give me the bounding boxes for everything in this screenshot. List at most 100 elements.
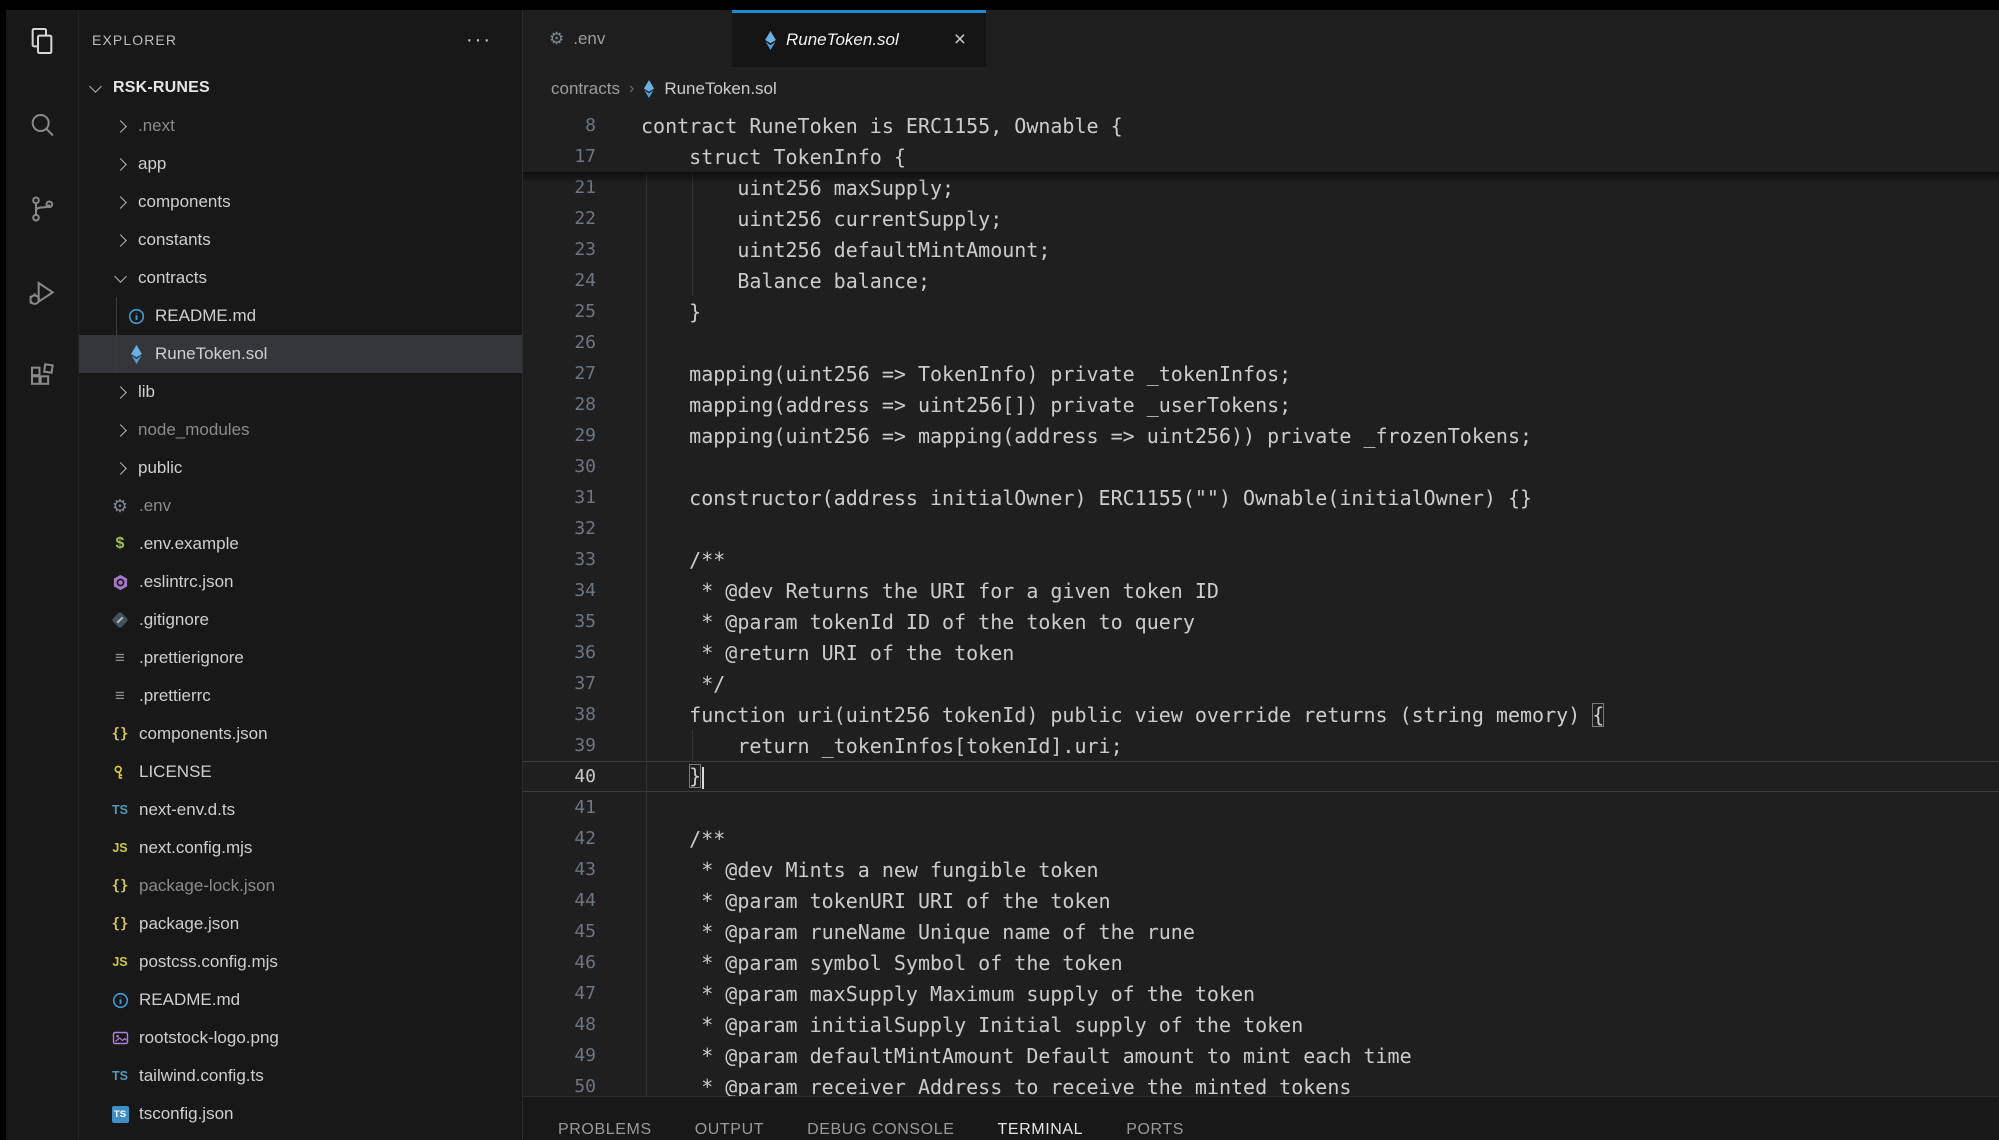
code-editor[interactable]: 21 uint256 maxSupply;22 uint256 currentS… bbox=[523, 110, 1999, 1096]
line-text: * @param symbol Symbol of the token bbox=[596, 951, 1123, 975]
tree-item-constants[interactable]: constants bbox=[79, 221, 522, 259]
tree-item-eslintrc-json[interactable]: .eslintrc.json bbox=[79, 563, 522, 601]
line-text: constructor(address initialOwner) ERC115… bbox=[596, 486, 1532, 510]
tree-item-package-json[interactable]: {}package.json bbox=[79, 905, 522, 943]
tree-item-next-config-mjs[interactable]: JSnext.config.mjs bbox=[79, 829, 522, 867]
breadcrumb-file[interactable]: RuneToken.sol bbox=[664, 79, 776, 99]
code-line-49[interactable]: 49 * @param defaultMintAmount Default am… bbox=[523, 1040, 1999, 1071]
code-line-24[interactable]: 24 Balance balance; bbox=[523, 265, 1999, 296]
chevron-right-icon bbox=[114, 462, 127, 475]
activity-run-debug-button[interactable] bbox=[23, 276, 61, 314]
panel-tab-debug-console[interactable]: DEBUG CONSOLE bbox=[807, 1121, 954, 1140]
code-line-28[interactable]: 28 mapping(address => uint256[]) private… bbox=[523, 389, 1999, 420]
code-line-35[interactable]: 35 * @param tokenId ID of the token to q… bbox=[523, 606, 1999, 637]
tab-label: RuneToken.sol bbox=[786, 30, 899, 50]
tree-item-node-modules[interactable]: node_modules bbox=[79, 411, 522, 449]
code-line-37[interactable]: 37 */ bbox=[523, 668, 1999, 699]
tree-item-contracts[interactable]: contracts bbox=[79, 259, 522, 297]
line-number: 17 bbox=[523, 146, 596, 167]
code-line-43[interactable]: 43 * @dev Mints a new fungible token bbox=[523, 854, 1999, 885]
sticky-line-8[interactable]: 8contract RuneToken is ERC1155, Ownable … bbox=[523, 110, 1999, 141]
panel-tab-problems[interactable]: PROBLEMS bbox=[558, 1121, 652, 1140]
tab-env[interactable]: ⚙.env bbox=[523, 10, 732, 67]
panel-tab-ports[interactable]: PORTS bbox=[1126, 1121, 1184, 1140]
panel-tab-terminal[interactable]: TERMINAL bbox=[997, 1121, 1083, 1140]
tree-item-lib[interactable]: lib bbox=[79, 373, 522, 411]
tree-item-readme-md[interactable]: README.md bbox=[79, 297, 522, 335]
line-number: 32 bbox=[523, 518, 596, 539]
code-line-48[interactable]: 48 * @param initialSupply Initial supply… bbox=[523, 1009, 1999, 1040]
code-line-22[interactable]: 22 uint256 currentSupply; bbox=[523, 203, 1999, 234]
code-line-23[interactable]: 23 uint256 defaultMintAmount; bbox=[523, 234, 1999, 265]
tree-item-runetoken-sol[interactable]: RuneToken.sol bbox=[79, 335, 522, 373]
tree-item-license[interactable]: LICENSE bbox=[79, 753, 522, 791]
tree-item-label: postcss.config.mjs bbox=[139, 952, 278, 972]
line-text: * @param runeName Unique name of the run… bbox=[596, 920, 1195, 944]
code-line-34[interactable]: 34 * @dev Returns the URI for a given to… bbox=[523, 575, 1999, 606]
sidebar-title: EXPLORER bbox=[92, 32, 177, 48]
tree-item-components-json[interactable]: {}components.json bbox=[79, 715, 522, 753]
more-actions-button[interactable]: ··· bbox=[466, 35, 492, 45]
code-line-29[interactable]: 29 mapping(uint256 => mapping(address =>… bbox=[523, 420, 1999, 451]
close-icon[interactable]: × bbox=[948, 28, 972, 52]
code-line-46[interactable]: 46 * @param symbol Symbol of the token bbox=[523, 947, 1999, 978]
code-line-45[interactable]: 45 * @param runeName Unique name of the … bbox=[523, 916, 1999, 947]
tree-item-env-example[interactable]: $.env.example bbox=[79, 525, 522, 563]
tree-item-next-env-d-ts[interactable]: TSnext-env.d.ts bbox=[79, 791, 522, 829]
tree-item-tsconfig-json[interactable]: TStsconfig.json bbox=[79, 1095, 522, 1133]
panel-tab-output[interactable]: OUTPUT bbox=[695, 1121, 764, 1140]
tree-item-label: .gitignore bbox=[139, 610, 209, 630]
code-line-27[interactable]: 27 mapping(uint256 => TokenInfo) private… bbox=[523, 358, 1999, 389]
tree-item-prettierignore[interactable]: ≡.prettierignore bbox=[79, 639, 522, 677]
activity-search-button[interactable] bbox=[23, 108, 61, 146]
explorer-sidebar: EXPLORER ··· RSK-RUNES.nextappcomponents… bbox=[78, 10, 522, 1140]
code-line-31[interactable]: 31 constructor(address initialOwner) ERC… bbox=[523, 482, 1999, 513]
tree-item-rootstock-logo-png[interactable]: rootstock-logo.png bbox=[79, 1019, 522, 1057]
activity-extensions-button[interactable] bbox=[23, 360, 61, 398]
sticky-line-17[interactable]: 17 struct TokenInfo { bbox=[523, 141, 1999, 172]
line-text: * @dev Returns the URI for a given token… bbox=[596, 579, 1219, 603]
code-line-39[interactable]: 39 return _tokenInfos[tokenId].uri; bbox=[523, 730, 1999, 761]
code-line-36[interactable]: 36 * @return URI of the token bbox=[523, 637, 1999, 668]
tree-item-env[interactable]: ⚙.env bbox=[79, 487, 522, 525]
code-line-30[interactable]: 30 bbox=[523, 451, 1999, 482]
code-line-21[interactable]: 21 uint256 maxSupply; bbox=[523, 172, 1999, 203]
code-line-26[interactable]: 26 bbox=[523, 327, 1999, 358]
line-text: * @dev Mints a new fungible token bbox=[596, 858, 1099, 882]
code-line-47[interactable]: 47 * @param maxSupply Maximum supply of … bbox=[523, 978, 1999, 1009]
code-line-40[interactable]: 40 } bbox=[523, 761, 1999, 792]
tree-item-prettierrc[interactable]: ≡.prettierrc bbox=[79, 677, 522, 715]
activity-source-control-button[interactable] bbox=[23, 192, 61, 230]
tree-item-public[interactable]: public bbox=[79, 449, 522, 487]
tree-item-package-lock-json[interactable]: {}package-lock.json bbox=[79, 867, 522, 905]
activity-explorer-button[interactable] bbox=[23, 24, 61, 62]
code-line-38[interactable]: 38 function uri(uint256 tokenId) public … bbox=[523, 699, 1999, 730]
tree-indent-guide bbox=[116, 297, 117, 373]
line-text: /** bbox=[596, 548, 725, 572]
line-text: return _tokenInfos[tokenId].uri; bbox=[596, 734, 1123, 758]
matched-bracket: { bbox=[1592, 703, 1604, 727]
tab-runetoken-sol[interactable]: RuneToken.sol × bbox=[732, 10, 986, 67]
tree-item-rsk-runes[interactable]: RSK-RUNES bbox=[79, 69, 522, 107]
tree-item-app[interactable]: app bbox=[79, 145, 522, 183]
code-line-25[interactable]: 25 } bbox=[523, 296, 1999, 327]
line-text: uint256 maxSupply; bbox=[596, 176, 954, 200]
chevron-right-icon bbox=[114, 158, 127, 171]
tree-item-tailwind-config-ts[interactable]: TStailwind.config.ts bbox=[79, 1057, 522, 1095]
code-line-50[interactable]: 50 * @param receiver Address to receive … bbox=[523, 1071, 1999, 1096]
code-line-32[interactable]: 32 bbox=[523, 513, 1999, 544]
tree-item-next[interactable]: .next bbox=[79, 107, 522, 145]
breadcrumb-folder[interactable]: contracts bbox=[551, 79, 620, 99]
tree-item-readme-md[interactable]: README.md bbox=[79, 981, 522, 1019]
tree-item-components[interactable]: components bbox=[79, 183, 522, 221]
typescript-icon: TS bbox=[110, 799, 130, 821]
code-line-41[interactable]: 41 bbox=[523, 792, 1999, 823]
code-line-42[interactable]: 42 /** bbox=[523, 823, 1999, 854]
tree-item-gitignore[interactable]: .gitignore bbox=[79, 601, 522, 639]
tree-item-postcss-config-mjs[interactable]: JSpostcss.config.mjs bbox=[79, 943, 522, 981]
line-text: mapping(uint256 => mapping(address => ui… bbox=[596, 424, 1532, 448]
code-line-33[interactable]: 33 /** bbox=[523, 544, 1999, 575]
tree-item-label: .env.example bbox=[139, 534, 239, 554]
solidity-icon bbox=[643, 80, 655, 98]
code-line-44[interactable]: 44 * @param tokenURI URI of the token bbox=[523, 885, 1999, 916]
